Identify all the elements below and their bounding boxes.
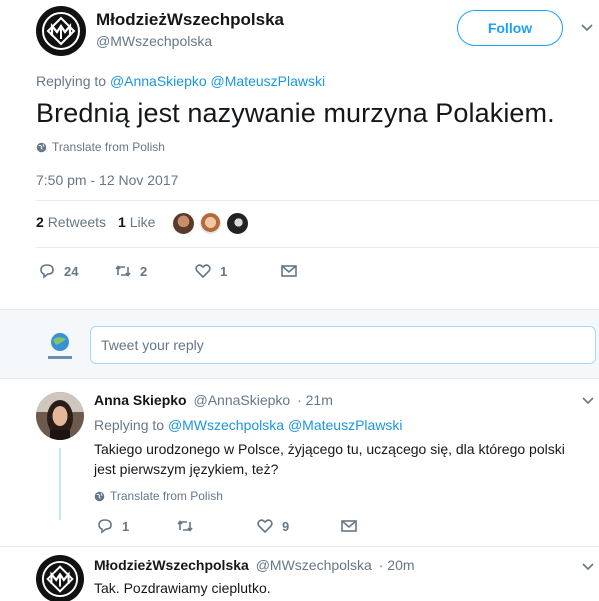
retweets-count: 2 xyxy=(36,214,44,230)
reply-count: 24 xyxy=(64,263,79,279)
likes-label: Like xyxy=(129,214,156,230)
tweet-text: Brednią jest nazywanie murzyna Polakiem. xyxy=(36,98,555,128)
engagement-avatars xyxy=(172,212,249,235)
like-button[interactable]: 9 xyxy=(256,517,340,535)
tweet-timestamp[interactable]: 7:50 pm - 12 Nov 2017 xyxy=(36,172,178,188)
like-button[interactable]: 1 xyxy=(194,262,280,280)
reply-text: Takiego urodzonego w Polsce, żyjącego tu… xyxy=(94,441,565,477)
author-handle[interactable]: @MWszechpolska xyxy=(96,33,212,49)
like-count: 9 xyxy=(282,518,290,534)
translate-label: Translate from Polish xyxy=(110,489,223,503)
reply-time[interactable]: · 21m xyxy=(297,392,333,408)
divider xyxy=(36,200,599,201)
replying-to: Replying to @MWszechpolska @MateuszPlaws… xyxy=(94,417,403,433)
reply-header: Anna Skiepko @AnnaSkiepko · 21m xyxy=(94,392,333,408)
mention-link[interactable]: @MateuszPlawski xyxy=(211,73,326,89)
reply-button[interactable]: 1 xyxy=(96,517,176,535)
author-handle[interactable]: @AnnaSkiepko xyxy=(193,392,290,408)
thread-line xyxy=(59,448,61,520)
reply-input[interactable]: Tweet your reply xyxy=(90,326,596,364)
chevron-down-icon[interactable] xyxy=(582,397,594,405)
message-button[interactable] xyxy=(280,262,298,280)
reply-header: MłodzieżWszechpolska @MWszechpolska · 20… xyxy=(94,557,415,573)
avatar[interactable] xyxy=(44,330,76,364)
message-button[interactable] xyxy=(340,517,358,535)
reply-time[interactable]: · 20m xyxy=(379,557,415,573)
reply-composer: Tweet your reply xyxy=(0,309,599,379)
retweet-button[interactable] xyxy=(176,517,256,535)
reply-text: Tak. Pozdrawiamy cieplutko. xyxy=(94,580,271,596)
globe-icon xyxy=(94,491,105,501)
translate-link[interactable]: Translate from Polish xyxy=(94,489,223,503)
mw-logo-icon[interactable] xyxy=(36,555,84,601)
avatar[interactable] xyxy=(36,392,84,440)
reply-icon xyxy=(98,519,112,534)
replying-prefix: Replying to xyxy=(94,417,165,433)
likes-stat[interactable]: 1 Like xyxy=(118,214,155,230)
globe-icon xyxy=(36,142,47,152)
reply-tweet: Anna Skiepko @AnnaSkiepko · 21m Replying… xyxy=(0,380,599,545)
reply-count: 1 xyxy=(122,518,130,534)
avatar[interactable] xyxy=(226,212,249,235)
message-icon xyxy=(281,265,297,277)
reply-tweet: MłodzieżWszechpolska @MWszechpolska · 20… xyxy=(0,546,599,601)
chevron-down-icon[interactable] xyxy=(581,24,593,32)
reply-actions: 1 9 xyxy=(96,517,358,535)
avatar[interactable] xyxy=(199,212,222,235)
mention-link[interactable]: @AnnaSkiepko xyxy=(110,73,207,89)
avatar[interactable] xyxy=(172,212,195,235)
mw-logo-icon[interactable] xyxy=(36,6,86,56)
replying-to: Replying to @AnnaSkiepko @MateuszPlawski xyxy=(36,73,325,89)
author-handle[interactable]: @MWszechpolska xyxy=(256,557,372,573)
like-icon xyxy=(257,519,273,534)
like-icon xyxy=(195,264,211,279)
retweet-icon xyxy=(115,265,131,277)
retweet-button[interactable]: 2 xyxy=(114,262,194,280)
tweet-stats: 2 Retweets 1 Like xyxy=(36,214,155,230)
mention-link[interactable]: @MateuszPlawski xyxy=(288,417,403,433)
reply-icon xyxy=(40,264,54,279)
translate-link[interactable]: Translate from Polish xyxy=(36,140,165,154)
retweets-label: Retweets xyxy=(47,214,107,230)
replying-prefix: Replying to xyxy=(36,73,107,89)
mention-link[interactable]: @MWszechpolska xyxy=(168,417,284,433)
message-icon xyxy=(341,520,357,532)
retweet-icon xyxy=(177,520,193,532)
author-name[interactable]: Anna Skiepko xyxy=(94,392,187,408)
follow-button[interactable]: Follow xyxy=(457,10,563,46)
author-name[interactable]: MłodzieżWszechpolska xyxy=(96,10,284,30)
retweet-count: 2 xyxy=(140,263,148,279)
chevron-down-icon[interactable] xyxy=(582,563,594,571)
author-name[interactable]: MłodzieżWszechpolska xyxy=(94,557,249,573)
main-tweet: MłodzieżWszechpolska @MWszechpolska Foll… xyxy=(0,0,599,308)
translate-label: Translate from Polish xyxy=(52,140,165,154)
retweets-stat[interactable]: 2 Retweets xyxy=(36,214,106,230)
likes-count: 1 xyxy=(118,214,126,230)
tweet-actions: 24 2 1 xyxy=(38,262,298,280)
like-count: 1 xyxy=(220,263,228,279)
reply-button[interactable]: 24 xyxy=(38,262,114,280)
divider xyxy=(36,247,599,248)
